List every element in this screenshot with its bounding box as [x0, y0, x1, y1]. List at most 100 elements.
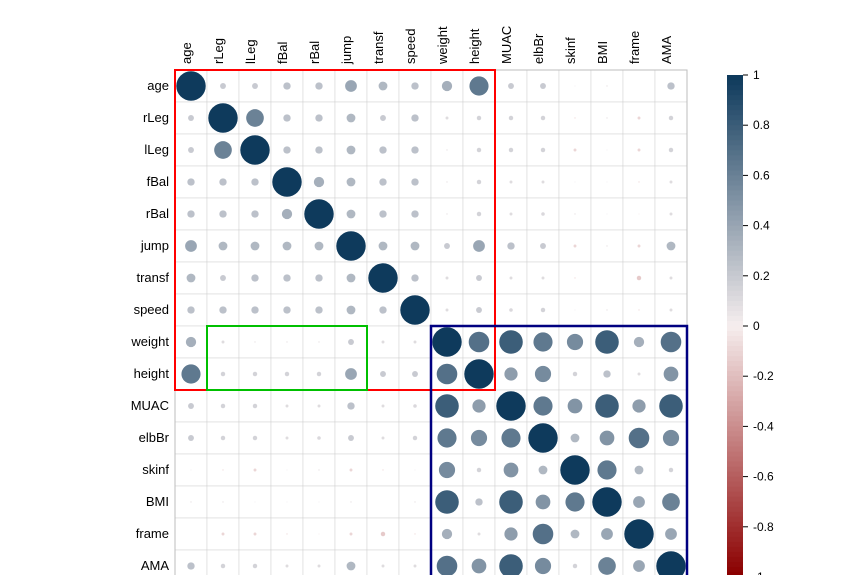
corr-circle: [476, 307, 482, 313]
row-label: lLeg: [144, 142, 169, 157]
legend-gradient: [727, 206, 743, 212]
corr-circle: [414, 341, 417, 344]
corr-circle: [283, 274, 290, 281]
corr-circle: [254, 469, 257, 472]
corr-circle: [669, 468, 673, 472]
col-label: age: [179, 42, 194, 64]
legend-gradient: [727, 406, 743, 412]
corr-circle: [348, 339, 354, 345]
corr-circle: [663, 430, 679, 446]
legend-gradient: [727, 165, 743, 171]
corr-circle: [669, 148, 673, 152]
row-label: BMI: [146, 494, 169, 509]
corr-circle: [254, 341, 255, 342]
corr-circle: [221, 436, 225, 440]
legend-gradient: [727, 95, 743, 101]
legend-tick-label: -0.8: [753, 520, 774, 534]
col-label: jump: [339, 36, 354, 65]
legend-gradient: [727, 85, 743, 91]
legend-gradient: [727, 190, 743, 196]
corr-circle: [639, 214, 640, 215]
corr-circle: [304, 199, 333, 228]
corr-circle: [315, 82, 322, 89]
corr-circle: [638, 373, 641, 376]
corr-circle: [221, 564, 225, 568]
corr-circle: [607, 150, 608, 151]
legend-gradient: [727, 125, 743, 131]
corr-circle: [381, 532, 385, 536]
corr-circle: [508, 83, 514, 89]
legend-gradient: [727, 522, 743, 528]
legend-gradient: [727, 291, 743, 297]
legend-gradient: [727, 361, 743, 367]
col-label: skinf: [563, 37, 578, 64]
corr-circle: [187, 210, 194, 217]
corr-circle: [469, 332, 490, 353]
corr-circle: [411, 178, 418, 185]
corr-circle: [574, 245, 577, 248]
legend-gradient: [727, 306, 743, 312]
legend-gradient: [727, 236, 743, 242]
legend-gradient: [727, 201, 743, 207]
corr-circle: [535, 558, 551, 574]
corr-circle: [670, 309, 673, 312]
legend-gradient: [727, 462, 743, 468]
legend-gradient: [727, 356, 743, 362]
corr-circle: [432, 327, 461, 356]
corr-circle: [535, 366, 551, 382]
corr-circle: [598, 557, 616, 575]
legend-gradient: [727, 512, 743, 518]
col-label: elbBr: [531, 33, 546, 64]
corr-circle: [504, 463, 519, 478]
legend-gradient: [727, 381, 743, 387]
corr-circle: [501, 428, 520, 447]
corr-circle: [380, 115, 386, 121]
corr-circle: [573, 372, 577, 376]
corr-circle: [469, 76, 488, 95]
corr-circle: [368, 263, 397, 292]
legend-gradient: [727, 542, 743, 548]
legend-gradient: [727, 557, 743, 563]
corr-circle: [314, 177, 324, 187]
corr-circle: [187, 562, 194, 569]
corr-circle: [283, 146, 290, 153]
corr-circle: [287, 502, 288, 503]
corr-circle: [477, 468, 481, 472]
corr-circle: [606, 245, 607, 246]
corr-circle: [188, 115, 194, 121]
corr-circle: [533, 396, 552, 415]
corr-circle: [541, 212, 545, 216]
corr-circle: [382, 405, 385, 408]
corr-circle: [542, 277, 545, 280]
corr-circle: [464, 359, 493, 388]
corr-circle: [476, 275, 482, 281]
col-label: height: [467, 28, 482, 64]
corr-circle: [319, 502, 320, 503]
legend-gradient: [727, 221, 743, 227]
legend-gradient: [727, 175, 743, 181]
legend-gradient: [727, 351, 743, 357]
matrix-cell: [303, 550, 335, 575]
corr-circle: [347, 402, 354, 409]
legend-gradient: [727, 90, 743, 96]
corr-circle: [251, 178, 258, 185]
corr-circle: [446, 213, 447, 214]
legend-gradient: [727, 261, 743, 267]
corr-circle: [185, 240, 197, 252]
legend-gradient: [727, 326, 743, 332]
corr-circle: [287, 470, 288, 471]
legend-gradient: [727, 436, 743, 442]
corr-circle: [574, 149, 577, 152]
legend-gradient: [727, 567, 743, 573]
corr-circle: [435, 394, 459, 418]
col-label: AMA: [659, 36, 674, 65]
corr-circle: [437, 428, 456, 447]
corr-circle: [664, 367, 679, 382]
corr-circle: [220, 275, 226, 281]
corr-circle: [251, 242, 260, 251]
corr-circle: [283, 306, 290, 313]
legend-gradient: [727, 266, 743, 272]
corr-circle: [347, 114, 356, 123]
legend-gradient: [727, 467, 743, 473]
legend-gradient: [727, 431, 743, 437]
